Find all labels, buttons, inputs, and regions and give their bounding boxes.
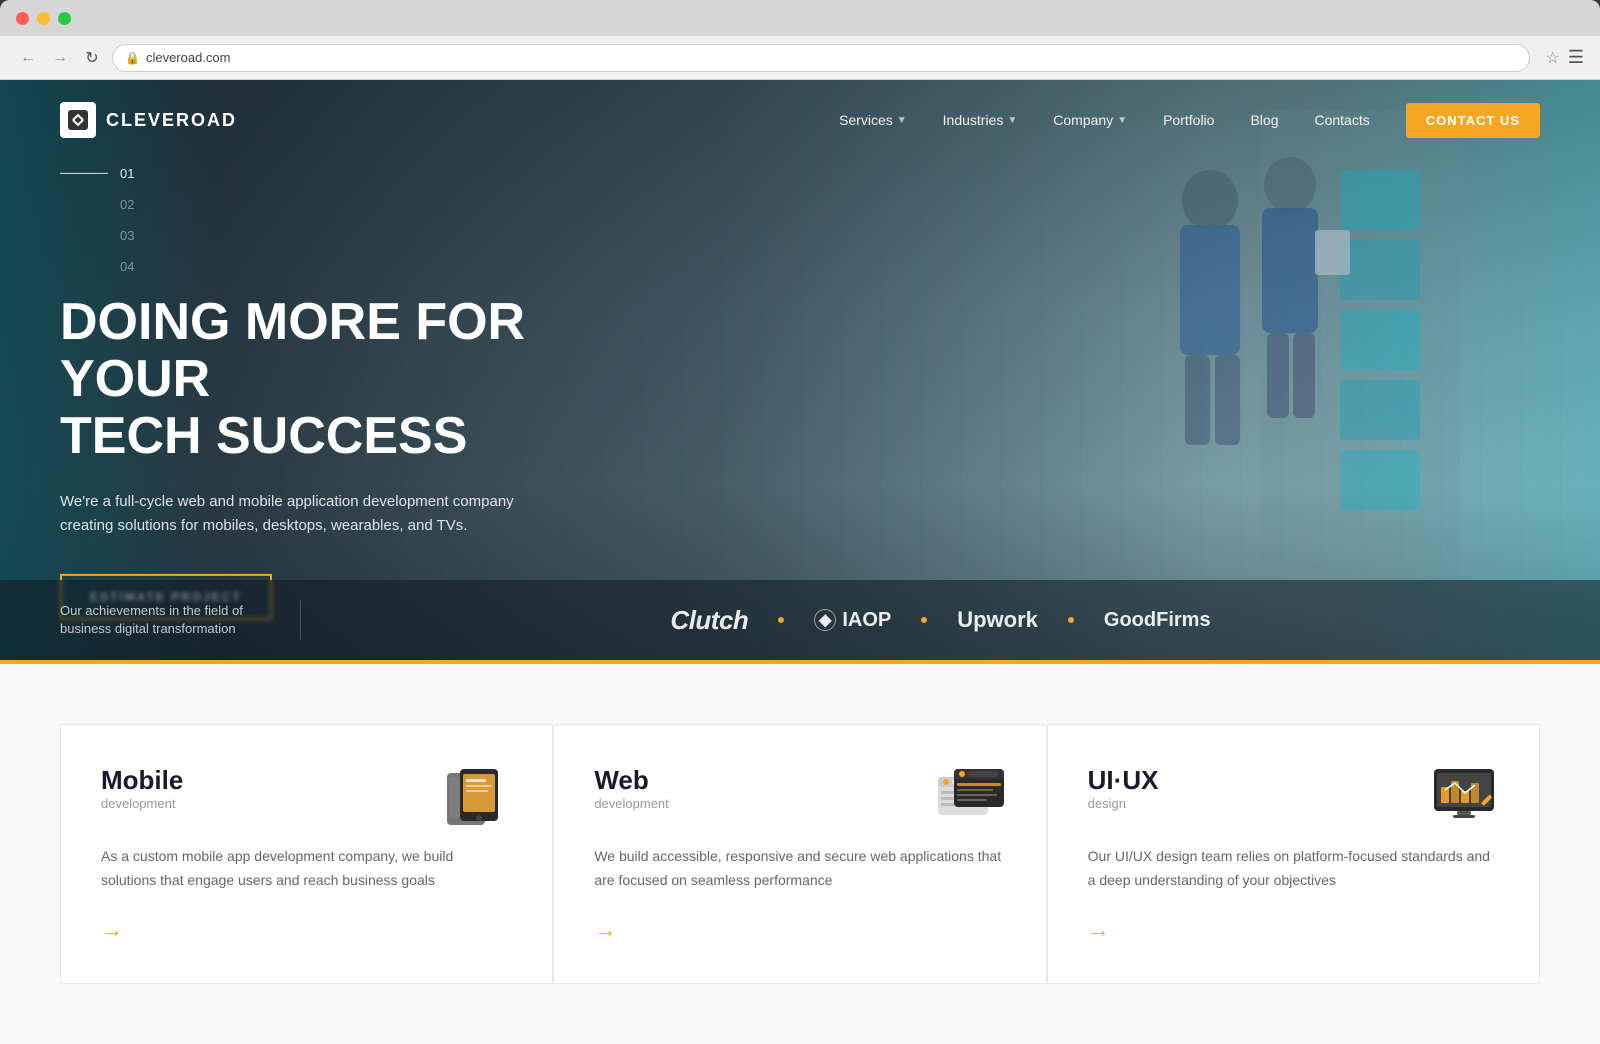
slide-2[interactable]: 02 [60, 197, 630, 212]
service-title-block-web: Web development [594, 765, 668, 811]
service-header-uiux: UI·UX design [1088, 765, 1499, 825]
partner-dot-3 [1068, 617, 1074, 623]
slide-num-2: 02 [120, 197, 134, 212]
maximize-button[interactable] [58, 12, 71, 25]
bookmark-icon[interactable]: ☆ [1546, 48, 1560, 68]
service-desc-web: We build accessible, responsive and secu… [594, 845, 1005, 893]
achievements-text: Our achievements in the field of busines… [60, 602, 260, 638]
goodfirms-logo[interactable]: GoodFirms [1104, 609, 1211, 632]
browser-toolbar: ← → ↻ 🔒 cleveroad.com ☆ ☰ [0, 36, 1600, 80]
arrow-right-icon[interactable]: → [1088, 917, 1110, 943]
service-header-mobile: Mobile development [101, 765, 512, 825]
forward-button[interactable]: → [48, 46, 72, 70]
nav-portfolio[interactable]: Portfolio [1163, 112, 1214, 128]
service-card-mobile: Mobile development [60, 724, 553, 984]
service-title-block-mobile: Mobile development [101, 765, 183, 811]
navbar: CLEVEROAD Services ▼ Industries ▼ Compan… [0, 80, 1600, 160]
partner-dot-2 [921, 617, 927, 623]
hero-illustration [1060, 110, 1460, 630]
achievements-logos: Clutch ◆ IAOP Upwork GoodFirms [341, 605, 1540, 636]
service-type-uiux: design [1088, 796, 1159, 811]
upwork-logo[interactable]: Upwork [957, 607, 1038, 633]
service-type-mobile: development [101, 796, 183, 811]
service-name-uiux: UI·UX [1088, 765, 1159, 796]
chevron-down-icon: ▼ [1117, 115, 1127, 126]
service-card-uiux: UI·UX design [1047, 724, 1540, 984]
achievements-bar: Our achievements in the field of busines… [0, 580, 1600, 660]
service-type-web: development [594, 796, 668, 811]
close-button[interactable] [16, 12, 29, 25]
logo-text: CLEVEROAD [106, 110, 237, 131]
service-name-mobile: Mobile [101, 765, 183, 796]
nav-blog[interactable]: Blog [1250, 112, 1278, 128]
web-dev-icon [936, 765, 1006, 825]
back-button[interactable]: ← [16, 46, 40, 70]
hero-title: DOING MORE FOR YOUR TECH SUCCESS [60, 294, 630, 466]
refresh-button[interactable]: ↻ [80, 46, 104, 70]
slide-indicators: 01 02 03 04 [60, 166, 630, 274]
hero-section: CLEVEROAD Services ▼ Industries ▼ Compan… [0, 80, 1600, 660]
address-text: cleveroad.com [146, 50, 1517, 65]
achievements-divider [300, 600, 301, 640]
titlebar [0, 0, 1600, 36]
slide-num-3: 03 [120, 228, 134, 243]
chevron-down-icon: ▼ [897, 115, 907, 126]
service-card-web: Web development [553, 724, 1046, 984]
slide-3[interactable]: 03 [60, 228, 630, 243]
slide-num-4: 04 [120, 259, 134, 274]
service-desc-uiux: Our UI/UX design team relies on platform… [1088, 845, 1499, 893]
hero-subtitle: We're a full-cycle web and mobile applic… [60, 489, 540, 537]
slide-1[interactable]: 01 [60, 166, 630, 181]
browser-window: ← → ↻ 🔒 cleveroad.com ☆ ☰ [0, 0, 1600, 80]
service-desc-mobile: As a custom mobile app development compa… [101, 845, 512, 893]
slide-num-1: 01 [120, 166, 134, 181]
lock-icon: 🔒 [125, 51, 140, 65]
menu-icon[interactable]: ☰ [1568, 47, 1584, 68]
service-header-web: Web development [594, 765, 1005, 825]
nav-services[interactable]: Services ▼ [839, 112, 907, 128]
website-content: CLEVEROAD Services ▼ Industries ▼ Compan… [0, 80, 1600, 1044]
uiux-design-icon [1429, 765, 1499, 825]
contact-us-button[interactable]: CONTACT US [1406, 103, 1540, 138]
logo[interactable]: CLEVEROAD [60, 102, 237, 138]
mobile-dev-icon [442, 765, 512, 825]
hero-content: 01 02 03 04 DOING MORE FOR YOUR TECH SUC… [60, 166, 630, 620]
nav-industries[interactable]: Industries ▼ [943, 112, 1018, 128]
clutch-logo[interactable]: Clutch [670, 605, 748, 636]
logo-icon [60, 102, 96, 138]
service-title-block-uiux: UI·UX design [1088, 765, 1159, 811]
nav-company[interactable]: Company ▼ [1053, 112, 1127, 128]
nav-contacts[interactable]: Contacts [1314, 112, 1369, 128]
services-section: Mobile development [0, 664, 1600, 1044]
slide-4[interactable]: 04 [60, 259, 630, 274]
chevron-down-icon: ▼ [1007, 115, 1017, 126]
partner-dot-1 [778, 617, 784, 623]
service-name-web: Web [594, 765, 668, 796]
iaop-logo[interactable]: ◆ IAOP [814, 609, 891, 632]
arrow-right-icon[interactable]: → [101, 917, 123, 943]
arrow-right-icon[interactable]: → [594, 917, 616, 943]
minimize-button[interactable] [37, 12, 50, 25]
slide-bar-active [60, 173, 108, 174]
address-bar[interactable]: 🔒 cleveroad.com [112, 44, 1530, 72]
nav-links: Services ▼ Industries ▼ Company ▼ Portfo… [839, 103, 1540, 138]
